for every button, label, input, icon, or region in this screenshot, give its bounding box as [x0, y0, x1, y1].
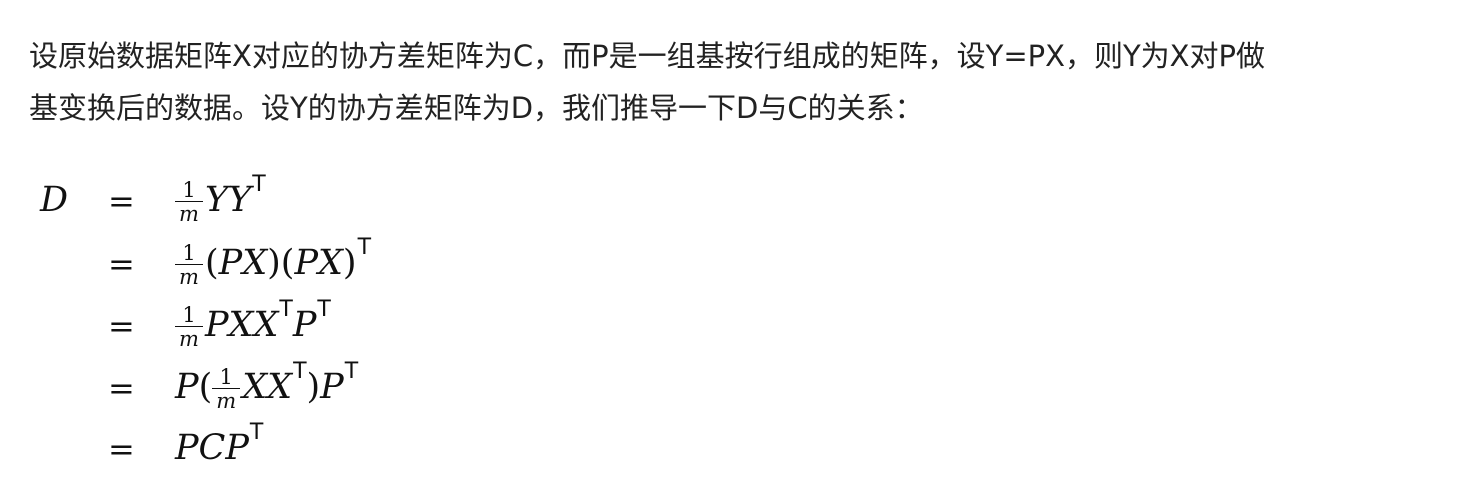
derivation-row-3: = 1 m PXX T P T	[40, 297, 640, 357]
fraction-denominator: m	[179, 201, 199, 226]
term: P	[175, 367, 199, 407]
term: PXX	[205, 305, 279, 345]
equals-sign: =	[108, 245, 135, 283]
transpose-superscript: T	[357, 234, 372, 260]
derivation-row-2: = 1 m ( PX ) ( PX ) T	[40, 235, 640, 295]
fraction-denominator: m	[179, 326, 199, 351]
expression: 1 m YY T	[175, 172, 266, 228]
expression: 1 m ( PX ) ( PX ) T	[175, 235, 371, 291]
close-paren: )	[267, 243, 281, 283]
term: PX	[218, 243, 268, 283]
equals-sign: =	[108, 307, 135, 345]
transpose-superscript: T	[252, 171, 266, 197]
transpose-superscript: T	[344, 358, 359, 384]
expression: P ( 1 m XX T ) P T	[175, 359, 358, 415]
term: PCP	[175, 428, 249, 468]
open-paren: (	[198, 367, 213, 407]
derivation-row-1: D = 1 m YY T	[40, 172, 640, 232]
lhs-variable: D	[40, 180, 69, 220]
term: YY	[205, 180, 252, 220]
fraction-denominator: m	[179, 264, 199, 289]
transpose-superscript: T	[279, 296, 293, 322]
close-paren: )	[306, 367, 321, 407]
expression: PCP T	[175, 420, 263, 476]
paragraph: 设原始数据矩阵X对应的协方差矩阵为C，而P是一组基按行组成的矩阵，设Y=PX，则…	[29, 30, 1429, 134]
open-paren: (	[280, 243, 295, 283]
paragraph-line-1: 设原始数据矩阵X对应的协方差矩阵为C，而P是一组基按行组成的矩阵，设Y=PX，则…	[29, 39, 1266, 73]
paragraph-line-2: 基变换后的数据。设Y的协方差矩阵为D，我们推导一下D与C的关系：	[29, 91, 924, 125]
term: P	[320, 367, 344, 407]
expression: 1 m PXX T P T	[175, 297, 331, 353]
transpose-superscript: T	[293, 358, 307, 384]
transpose-superscript: T	[249, 419, 264, 445]
derivation-row-4: = P ( 1 m XX T ) P T	[40, 359, 640, 419]
equals-sign: =	[108, 369, 135, 407]
fraction-numerator: 1	[182, 240, 196, 265]
equals-sign: =	[108, 182, 135, 220]
fraction-numerator: 1	[182, 302, 196, 327]
close-paren: )	[342, 243, 357, 283]
fraction: 1 m	[175, 242, 203, 289]
equals-sign: =	[108, 430, 135, 468]
fraction-numerator: 1	[219, 364, 233, 389]
fraction: 1 m	[175, 304, 203, 351]
term: P	[292, 305, 317, 345]
fraction: 1 m	[212, 364, 241, 413]
fraction-denominator: m	[216, 388, 237, 413]
term: XX	[242, 367, 293, 407]
transpose-superscript: T	[317, 296, 331, 322]
fraction: 1 m	[175, 179, 203, 226]
fraction-numerator: 1	[182, 177, 196, 202]
open-paren: (	[205, 243, 219, 283]
derivation-row-5: = PCP T	[40, 420, 640, 480]
term: PX	[294, 243, 343, 283]
